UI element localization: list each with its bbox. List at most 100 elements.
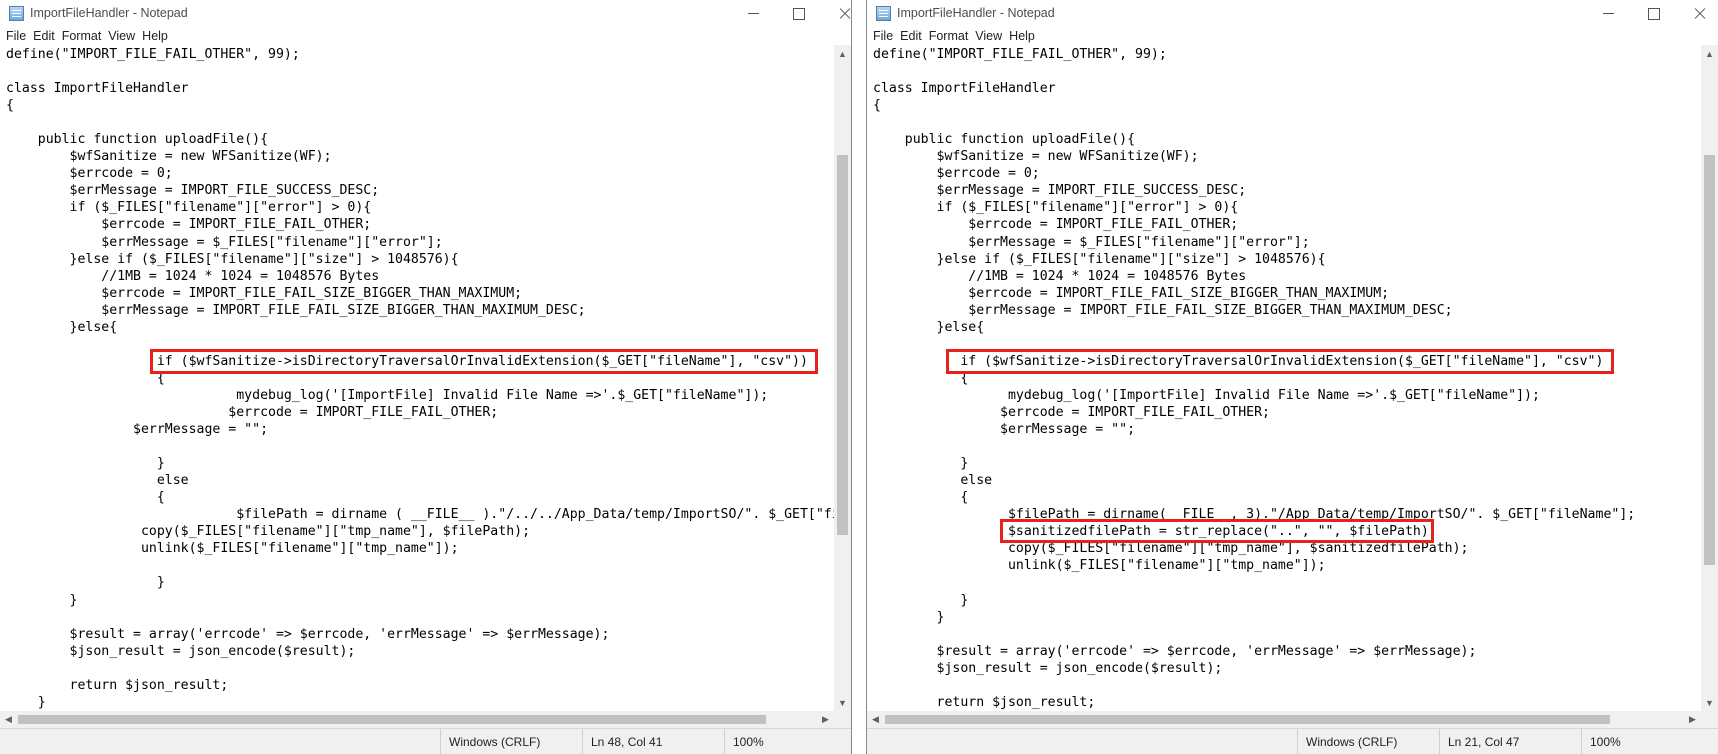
status-bar: Windows (CRLF) Ln 48, Col 41 100% [0, 728, 851, 754]
vertical-scroll-thumb[interactable] [837, 155, 848, 535]
code-line: return $json_result; [873, 694, 1096, 710]
code-line: $errMessage = IMPORT_FILE_SUCCESS_DESC; [873, 183, 1247, 199]
close-icon[interactable] [1677, 0, 1718, 27]
code-line: copy($_FILES["filename"]["tmp_name"], $f… [6, 524, 531, 540]
code-line: $json_result = json_encode($result); [873, 660, 1223, 676]
scroll-right-icon[interactable]: ▶ [817, 711, 834, 728]
code-line: } [6, 575, 165, 591]
code-line: unlink($_FILES["filename"]["tmp_name"]); [6, 541, 459, 557]
notepad-icon [9, 6, 24, 21]
code-line: else [6, 473, 189, 489]
window-gap [852, 0, 866, 754]
horizontal-scrollbar[interactable]: ◀ ▶ [0, 711, 834, 728]
code-line: $errcode = IMPORT_FILE_FAIL_OTHER; [6, 217, 372, 233]
code-line: $errMessage = IMPORT_FILE_FAIL_SIZE_BIGG… [873, 302, 1453, 318]
code-line: } [6, 456, 165, 472]
code-line: public function uploadFile(){ [873, 132, 1136, 148]
maximize-icon[interactable] [776, 0, 822, 27]
menu-format[interactable]: Format [927, 27, 974, 47]
title-bar[interactable]: ImportFileHandler - Notepad [0, 0, 851, 27]
close-icon[interactable] [822, 0, 851, 27]
scroll-left-icon[interactable]: ◀ [0, 711, 17, 728]
menu-edit[interactable]: Edit [898, 27, 927, 47]
code-line: if ($_FILES["filename"]["error"] > 0){ [6, 200, 372, 216]
code-line: $json_result = json_encode($result); [6, 643, 356, 659]
menu-file[interactable]: File [871, 27, 898, 47]
vertical-scrollbar[interactable]: ▲ ▼ [834, 45, 851, 711]
code-text: define("IMPORT_FILE_FAIL_OTHER", 99); cla… [873, 46, 1635, 711]
code-line: return $json_result; [6, 677, 229, 693]
code-line: $errMessage = ""; [873, 422, 1136, 438]
code-line: $errcode = IMPORT_FILE_FAIL_OTHER; [873, 404, 1270, 420]
menu-file[interactable]: File [4, 27, 31, 47]
menu-help[interactable]: Help [1007, 27, 1040, 47]
text-editor[interactable]: define("IMPORT_FILE_FAIL_OTHER", 99); cla… [0, 45, 834, 711]
code-line: $filePath = dirname(__FILE__, 3)."/App_D… [873, 507, 1636, 523]
status-encoding: Windows (CRLF) [1297, 729, 1439, 754]
code-line: $sanitizedfilePath = str_replace("..", "… [873, 524, 1437, 540]
window-title: ImportFileHandler - Notepad [897, 6, 1055, 20]
status-zoom: 100% [1581, 729, 1718, 754]
code-line: $errMessage = $_FILES["filename"]["error… [6, 234, 443, 250]
scroll-right-icon[interactable]: ▶ [1684, 711, 1701, 728]
menu-view[interactable]: View [106, 27, 140, 47]
maximize-icon[interactable] [1631, 0, 1677, 27]
window-title: ImportFileHandler - Notepad [30, 6, 188, 20]
code-line: $errcode = IMPORT_FILE_FAIL_OTHER; [6, 404, 499, 420]
minimize-icon[interactable] [1585, 0, 1631, 27]
code-line: } [873, 609, 945, 625]
code-line: { [873, 370, 969, 386]
code-line: $errMessage = IMPORT_FILE_SUCCESS_DESC; [6, 183, 380, 199]
vertical-scrollbar[interactable]: ▲ ▼ [1701, 45, 1718, 711]
code-line: mydebug_log('[ImportFile] Invalid File N… [6, 387, 769, 403]
scroll-up-icon[interactable]: ▲ [1701, 45, 1718, 62]
code-line: }else{ [873, 319, 985, 335]
text-editor[interactable]: define("IMPORT_FILE_FAIL_OTHER", 99); cla… [867, 45, 1701, 711]
title-bar[interactable]: ImportFileHandler - Notepad [867, 0, 1718, 27]
scroll-down-icon[interactable]: ▼ [1701, 694, 1718, 711]
scroll-left-icon[interactable]: ◀ [867, 711, 884, 728]
code-line: $errcode = IMPORT_FILE_FAIL_SIZE_BIGGER_… [6, 285, 523, 301]
horizontal-scrollbar[interactable]: ◀ ▶ [867, 711, 1701, 728]
code-line: $errMessage = ""; [6, 422, 269, 438]
code-line: $result = array('errcode' => $errcode, '… [6, 626, 610, 642]
menu-help[interactable]: Help [140, 27, 173, 47]
code-line: if ($wfSanitize->isDirectoryTraversalOrI… [6, 353, 808, 369]
code-line: //1MB = 1024 * 1024 = 1048576 Bytes [873, 268, 1247, 284]
code-line: } [873, 456, 969, 472]
code-line: $result = array('errcode' => $errcode, '… [873, 643, 1477, 659]
code-line: }else{ [6, 319, 118, 335]
minimize-icon[interactable] [730, 0, 776, 27]
code-line: define("IMPORT_FILE_FAIL_OTHER", 99); [6, 47, 300, 62]
scroll-down-icon[interactable]: ▼ [834, 694, 851, 711]
status-encoding: Windows (CRLF) [440, 729, 582, 754]
code-line: }else if ($_FILES["filename"]["size"] > … [873, 251, 1326, 267]
menu-bar: File Edit Format View Help [0, 27, 851, 47]
vertical-scroll-thumb[interactable] [1704, 155, 1715, 565]
code-line: { [6, 98, 14, 114]
code-line: //1MB = 1024 * 1024 = 1048576 Bytes [6, 268, 380, 284]
horizontal-scroll-thumb[interactable] [885, 715, 1610, 724]
code-line: $wfSanitize = new WFSanitize(WF); [873, 149, 1199, 165]
code-line: } [6, 592, 78, 608]
code-line: $wfSanitize = new WFSanitize(WF); [6, 149, 332, 165]
menu-view[interactable]: View [973, 27, 1007, 47]
code-text: define("IMPORT_FILE_FAIL_OTHER", 99); cla… [6, 46, 834, 711]
code-line: { [873, 490, 969, 506]
code-line: public function uploadFile(){ [6, 132, 269, 148]
code-line: { [873, 98, 881, 114]
notepad-window-right: ImportFileHandler - Notepad File Edit Fo… [866, 0, 1718, 754]
menu-format[interactable]: Format [60, 27, 107, 47]
menu-edit[interactable]: Edit [31, 27, 60, 47]
horizontal-scroll-thumb[interactable] [18, 715, 766, 724]
scroll-up-icon[interactable]: ▲ [834, 45, 851, 62]
